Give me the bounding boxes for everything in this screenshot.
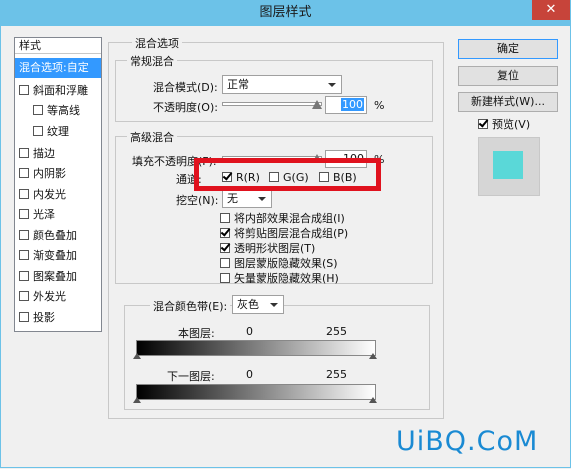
reset-button[interactable]: 复位 [458, 66, 558, 86]
style-item-texture[interactable]: 纹理 [15, 122, 101, 142]
style-item-label: 描边 [33, 147, 55, 160]
option-blend-clipped[interactable]: 将剪贴图层混合成组(P) [220, 225, 348, 241]
style-item-label: 等高线 [47, 104, 80, 117]
style-item-inner-glow[interactable]: 内发光 [15, 185, 101, 205]
blend-if-label: 混合颜色带(E): [150, 298, 231, 314]
checkbox[interactable] [220, 258, 230, 268]
checkbox[interactable] [220, 213, 230, 223]
checkbox[interactable] [19, 271, 29, 281]
checkbox[interactable] [220, 243, 230, 253]
preview-swatch [493, 151, 523, 179]
style-item-label: 投影 [33, 311, 55, 324]
style-item-label: 图案叠加 [33, 270, 77, 283]
style-item-label: 内阴影 [33, 167, 66, 180]
underlying-layer-label: 下一图层: [167, 370, 215, 383]
style-item-label: 内发光 [33, 188, 66, 201]
underlying-layer-min: 0 [246, 368, 253, 381]
checkbox[interactable] [19, 230, 29, 240]
this-layer-gradient [136, 340, 376, 356]
this-layer-min: 0 [246, 325, 253, 338]
advanced-blending-title: 高级混合 [127, 129, 177, 145]
option-blend-interior[interactable]: 将内部效果混合成组(I) [220, 210, 345, 226]
opacity-unit: % [374, 99, 385, 112]
option-label: 将内部效果混合成组(I) [234, 212, 345, 225]
style-item-label: 斜面和浮雕 [33, 84, 88, 97]
style-item-label: 光泽 [33, 208, 55, 221]
underlying-layer-max: 255 [326, 368, 347, 381]
style-item-inner-shadow[interactable]: 内阴影 [15, 164, 101, 184]
style-item-outer-glow[interactable]: 外发光 [15, 287, 101, 307]
style-item-label: 外发光 [33, 290, 66, 303]
style-list: 样式 混合选项:自定 斜面和浮雕 等高线 纹理 描边 内阴影 内发光 光泽 颜色… [14, 37, 102, 332]
style-item-pattern-overlay[interactable]: 图案叠加 [15, 267, 101, 287]
blend-if-select[interactable]: 灰色 [232, 295, 284, 314]
general-blending-title: 常规混合 [127, 53, 177, 69]
opacity-slider[interactable] [222, 102, 322, 106]
blending-options-title: 混合选项 [132, 35, 182, 51]
underlying-layer-white-slider[interactable] [369, 397, 377, 403]
opacity-label: 不透明度(O): [153, 101, 218, 114]
checkbox[interactable] [33, 105, 43, 115]
close-icon: ✕ [545, 2, 557, 17]
style-item-bevel-emboss[interactable]: 斜面和浮雕 [15, 81, 101, 101]
ok-button[interactable]: 确定 [458, 39, 558, 59]
checkbox[interactable] [19, 85, 29, 95]
blend-mode-select[interactable]: 正常 [222, 75, 342, 94]
checkbox[interactable] [19, 312, 29, 322]
window-title: 图层样式 [259, 5, 312, 20]
opacity-slider-thumb[interactable] [312, 100, 322, 109]
preview-label: 预览(V) [492, 118, 531, 131]
close-button[interactable]: ✕ [532, 0, 570, 20]
style-list-header: 样式 [15, 38, 101, 54]
style-item-label: 混合选项:自定 [19, 61, 89, 74]
option-label: 图层蒙版隐藏效果(S) [234, 257, 338, 270]
channels-highlight-box [194, 158, 381, 191]
style-item-gradient-overlay[interactable]: 渐变叠加 [15, 246, 101, 266]
knockout-select[interactable]: 无 [222, 189, 272, 208]
style-item-color-overlay[interactable]: 颜色叠加 [15, 226, 101, 246]
this-layer-black-slider[interactable] [133, 353, 141, 359]
checkbox[interactable] [19, 168, 29, 178]
checkbox[interactable] [19, 148, 29, 158]
checkbox[interactable] [19, 189, 29, 199]
checkbox[interactable] [19, 209, 29, 219]
option-label: 将剪贴图层混合成组(P) [234, 227, 349, 240]
checkbox[interactable] [19, 250, 29, 260]
option-label: 矢量蒙版隐藏效果(H) [234, 272, 339, 285]
watermark-text: UiBQ.CoM [396, 426, 539, 457]
opacity-input[interactable]: 100 [325, 96, 367, 114]
option-vector-mask-hides[interactable]: 矢量蒙版隐藏效果(H) [220, 270, 339, 286]
underlying-layer-gradient [136, 384, 376, 400]
style-item-drop-shadow[interactable]: 投影 [15, 308, 101, 328]
preview-toggle[interactable]: 预览(V) [478, 116, 530, 132]
this-layer-white-slider[interactable] [369, 353, 377, 359]
option-layer-mask-hides[interactable]: 图层蒙版隐藏效果(S) [220, 255, 338, 271]
checkbox[interactable] [33, 126, 43, 136]
knockout-value: 无 [227, 192, 238, 205]
option-transparency-shapes[interactable]: 透明形状图层(T) [220, 240, 315, 256]
blend-if-value: 灰色 [237, 298, 259, 311]
style-item-satin[interactable]: 光泽 [15, 205, 101, 225]
underlying-layer-black-slider[interactable] [133, 397, 141, 403]
blend-mode-label: 混合模式(D): [153, 81, 218, 94]
checkbox[interactable] [478, 119, 488, 129]
chevron-down-icon [328, 83, 336, 87]
checkbox[interactable] [220, 228, 230, 238]
blend-mode-value: 正常 [227, 78, 249, 91]
this-layer-label: 本图层: [178, 327, 215, 340]
chevron-down-icon [258, 197, 266, 201]
style-item-blending-options[interactable]: 混合选项:自定 [15, 58, 101, 78]
style-item-contour[interactable]: 等高线 [15, 101, 101, 121]
new-style-button[interactable]: 新建样式(W)... [458, 92, 558, 112]
style-item-label: 纹理 [47, 125, 69, 138]
style-item-label: 颜色叠加 [33, 229, 77, 242]
knockout-label: 挖空(N): [176, 194, 219, 207]
option-label: 透明形状图层(T) [234, 242, 316, 255]
this-layer-max: 255 [326, 325, 347, 338]
style-item-label: 渐变叠加 [33, 249, 77, 262]
style-item-stroke[interactable]: 描边 [15, 144, 101, 164]
chevron-down-icon [270, 303, 278, 307]
checkbox[interactable] [19, 291, 29, 301]
checkbox[interactable] [220, 273, 230, 283]
